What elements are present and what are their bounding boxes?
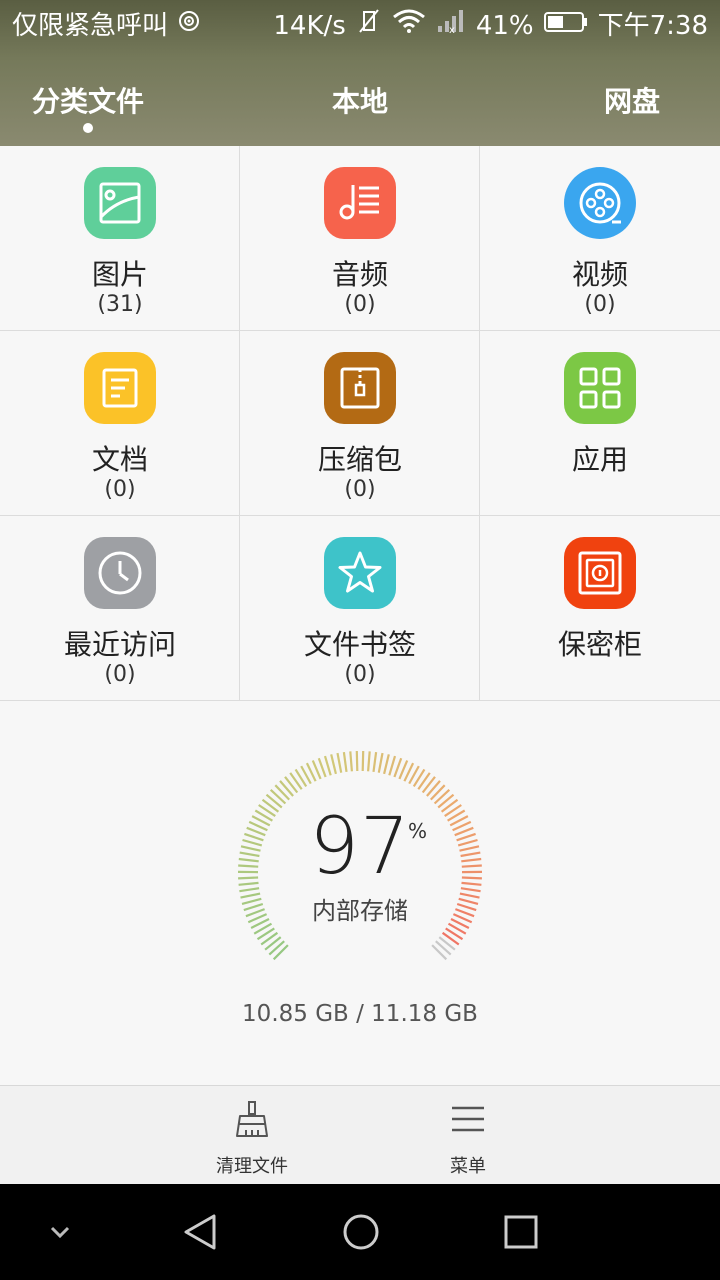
- category-documents[interactable]: 文档 (0): [0, 331, 240, 516]
- gauge-tick: [361, 750, 365, 772]
- apps-grid-icon: [564, 352, 636, 424]
- broom-icon: [236, 1101, 268, 1137]
- gauge-tick: [372, 751, 378, 773]
- category-count: (0): [344, 477, 376, 502]
- category-label: 应用: [571, 443, 628, 476]
- tab-local[interactable]: 本地: [332, 80, 388, 120]
- wifi-icon: [392, 0, 426, 52]
- tab-cloud[interactable]: 网盘: [604, 80, 660, 120]
- category-archives[interactable]: 压缩包 (0): [240, 331, 480, 516]
- category-apps[interactable]: 应用: [480, 331, 720, 516]
- gauge-tick: [383, 754, 390, 775]
- category-recent[interactable]: 最近访问 (0): [0, 516, 240, 701]
- clean-files-label: 清理文件: [216, 1156, 288, 1177]
- tab-categories[interactable]: 分类文件: [32, 80, 144, 120]
- star-icon: [324, 537, 396, 609]
- image-icon: [84, 167, 156, 239]
- app-header: 仅限紧急呼叫 14K/s x 41% 下午7:38 分类文件 本地 网盘: [0, 0, 720, 146]
- carrier-text: 仅限紧急呼叫: [12, 11, 169, 41]
- hotspot-icon: [176, 0, 202, 52]
- gauge-tick: [388, 755, 397, 776]
- gauge-tick: [323, 755, 332, 776]
- category-count: (0): [344, 662, 376, 687]
- category-label: 最近访问: [63, 628, 176, 661]
- category-safe[interactable]: 保密柜: [480, 516, 720, 701]
- gauge-tick: [330, 754, 337, 775]
- system-nav-bar: [0, 1184, 720, 1280]
- document-icon: [84, 352, 156, 424]
- category-label: 保密柜: [557, 628, 642, 661]
- category-images[interactable]: 图片 (31): [0, 146, 240, 331]
- storage-size: 10.85 GB / 11.18 GB: [242, 1001, 478, 1027]
- gauge-tick: [367, 751, 371, 772]
- network-speed: 14K/s: [273, 11, 346, 41]
- vibrate-off-icon: [356, 0, 382, 52]
- battery-percent: 41%: [475, 11, 534, 41]
- category-bookmarks[interactable]: 文件书签 (0): [240, 516, 480, 701]
- clean-files-button[interactable]: 清理文件: [172, 1086, 332, 1185]
- category-label: 文件书签: [303, 628, 416, 661]
- recents-icon[interactable]: [499, 1210, 543, 1254]
- home-icon[interactable]: [339, 1210, 383, 1254]
- film-reel-icon: [564, 167, 636, 239]
- category-count: (0): [584, 292, 616, 317]
- category-label: 视频: [571, 258, 628, 291]
- back-icon[interactable]: [178, 1210, 222, 1254]
- archive-icon: [324, 352, 396, 424]
- music-icon: [324, 167, 396, 239]
- status-bar: 仅限紧急呼叫 14K/s x 41% 下午7:38: [0, 0, 720, 52]
- svg-text:x: x: [449, 25, 455, 34]
- category-label: 压缩包: [317, 443, 402, 476]
- menu-button[interactable]: 菜单: [388, 1086, 548, 1185]
- category-label: 音频: [331, 258, 388, 291]
- storage-label: 内部存储: [312, 897, 408, 925]
- gauge-tick: [349, 751, 353, 772]
- category-audio[interactable]: 音频 (0): [240, 146, 480, 331]
- gauge-tick: [393, 757, 403, 778]
- clock-icon: [84, 537, 156, 609]
- category-video[interactable]: 视频 (0): [480, 146, 720, 331]
- gauge-tick: [355, 750, 359, 772]
- percent-sign: %: [408, 819, 428, 843]
- gauge-tick: [272, 944, 289, 961]
- category-grid: 图片 (31) 音频 (0) 视频 (0) 文档 (0) 压缩包 (0) 应用: [0, 146, 720, 701]
- category-count: (31): [97, 292, 143, 317]
- gauge-tick: [317, 757, 327, 778]
- safe-icon: [564, 537, 636, 609]
- chevron-down-icon[interactable]: [38, 1210, 82, 1254]
- category-count: (0): [344, 292, 376, 317]
- storage-panel[interactable]: 97 % 内部存储 10.85 GB / 11.18 GB: [0, 701, 720, 1085]
- category-count: (0): [104, 477, 136, 502]
- category-count: (0): [104, 662, 136, 687]
- gauge-tick: [431, 944, 448, 961]
- menu-icon: [452, 1106, 484, 1132]
- signal-icon: x: [436, 0, 466, 52]
- storage-percent: 97: [309, 802, 411, 892]
- battery-icon: [543, 0, 588, 52]
- clock-time: 下午7:38: [597, 11, 708, 41]
- category-label: 图片: [91, 258, 148, 291]
- active-tab-indicator: [83, 123, 93, 133]
- gauge-tick: [336, 752, 343, 773]
- bottom-toolbar: 清理文件 菜单: [0, 1085, 720, 1185]
- gauge-tick: [342, 751, 348, 773]
- menu-label: 菜单: [450, 1156, 486, 1177]
- gauge-tick: [377, 752, 384, 773]
- tab-bar: 分类文件 本地 网盘: [0, 52, 720, 146]
- category-label: 文档: [91, 443, 148, 476]
